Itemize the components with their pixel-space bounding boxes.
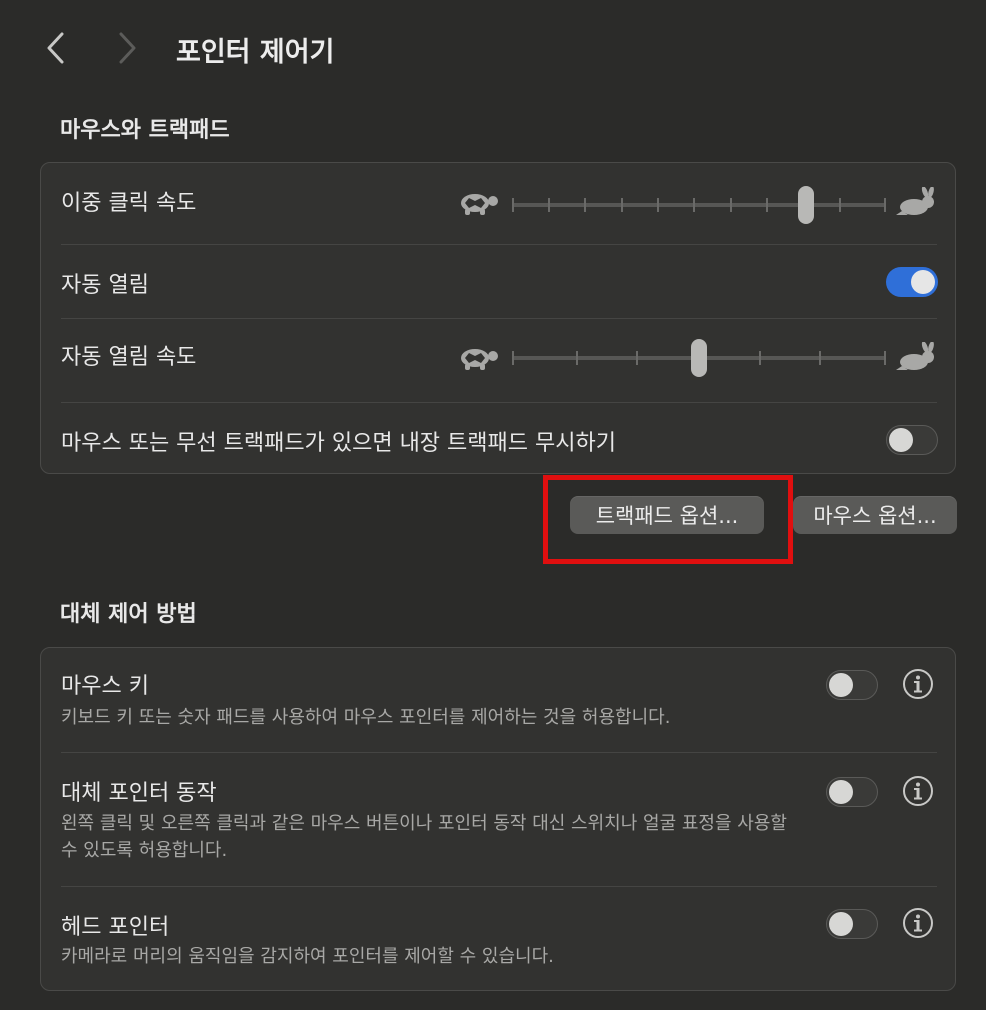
section-title-mouse-trackpad: 마우스와 트랙패드 (60, 118, 230, 143)
mouse-keys-description: 키보드 키 또는 숫자 패드를 사용하여 마우스 포인터를 제어하는 것을 허용… (61, 707, 671, 728)
head-pointer-toggle[interactable] (826, 909, 878, 939)
slider-tick (512, 198, 514, 212)
spring-loading-toggle[interactable] (886, 267, 938, 297)
slider-tick (884, 198, 886, 212)
slider-tick (730, 198, 732, 212)
alternate-control-panel: 마우스 키 키보드 키 또는 숫자 패드를 사용하여 마우스 포인터를 제어하는… (40, 647, 956, 991)
toolbar: 포인터 제어기 (0, 0, 986, 96)
page-title: 포인터 제어기 (176, 37, 335, 68)
turtle-icon (461, 194, 498, 215)
slider-tick (884, 351, 886, 365)
section-title-alternate-control: 대체 제어 방법 (60, 602, 197, 627)
slider-tick (576, 351, 578, 365)
turtle-icon (461, 349, 498, 370)
mouse-options-button[interactable]: 마우스 옵션... (793, 496, 957, 534)
head-pointer-title: 헤드 포인터 (61, 915, 170, 940)
highlight-box (543, 475, 793, 564)
slider-tick (766, 198, 768, 212)
slider-tick (621, 198, 623, 212)
slider-tick (636, 351, 638, 365)
slider-tick (819, 351, 821, 365)
spring-loading-speed-slider[interactable] (512, 338, 886, 378)
mouse-keys-row: 마우스 키 키보드 키 또는 숫자 패드를 사용하여 마우스 포인터를 제어하는… (41, 648, 955, 752)
info-icon[interactable] (902, 668, 934, 700)
rabbit-icon (896, 187, 934, 215)
toggle-knob (829, 912, 853, 936)
alternate-pointer-actions-title: 대체 포인터 동작 (61, 781, 217, 806)
info-icon[interactable] (902, 907, 934, 939)
alternate-pointer-actions-description: 왼쪽 클릭 및 오른쪽 클릭과 같은 마우스 버튼이나 포인터 동작 대신 스위… (61, 813, 787, 861)
mouse-keys-title: 마우스 키 (61, 674, 149, 699)
info-icon[interactable] (902, 775, 934, 807)
mouse-keys-toggle[interactable] (826, 670, 878, 700)
toggle-knob (829, 673, 853, 697)
slider-tick (584, 198, 586, 212)
slider-thumb[interactable] (798, 186, 814, 224)
back-button[interactable] (36, 28, 76, 68)
spring-loading-speed-label: 자동 열림 속도 (61, 345, 197, 370)
slider-track (512, 203, 886, 207)
alternate-pointer-actions-row: 대체 포인터 동작 왼쪽 클릭 및 오른쪽 클릭과 같은 마우스 버튼이나 포인… (41, 753, 955, 886)
slider-tick (512, 351, 514, 365)
ignore-builtin-trackpad-label: 마우스 또는 무선 트랙패드가 있으면 내장 트랙패드 무시하기 (61, 431, 616, 456)
toggle-knob (829, 780, 853, 804)
slider-thumb[interactable] (691, 339, 707, 377)
slider-tick (657, 198, 659, 212)
slider-tick (693, 198, 695, 212)
alternate-pointer-actions-toggle[interactable] (826, 777, 878, 807)
chevron-right-icon (119, 32, 136, 64)
toggle-knob (889, 428, 913, 452)
ignore-builtin-trackpad-toggle[interactable] (886, 425, 938, 455)
mouse-trackpad-panel: 이중 클릭 속도 자동 열림 자동 열림 속도 마우스 또는 무선 트랙패드가 … (40, 162, 956, 474)
toggle-knob (911, 270, 935, 294)
double-click-speed-slider[interactable] (512, 185, 886, 225)
ignore-builtin-trackpad-row: 마우스 또는 무선 트랙패드가 있으면 내장 트랙패드 무시하기 (41, 403, 955, 474)
double-click-speed-row: 이중 클릭 속도 (41, 163, 955, 244)
slider-tick (839, 198, 841, 212)
spring-loading-row: 자동 열림 (41, 245, 955, 318)
head-pointer-row: 헤드 포인터 카메라로 머리의 움직임을 감지하여 포인터를 제어할 수 있습니… (41, 887, 955, 991)
spring-loading-label: 자동 열림 (61, 273, 149, 298)
slider-tick (548, 198, 550, 212)
spring-loading-speed-row: 자동 열림 속도 (41, 319, 955, 402)
rabbit-icon (896, 342, 934, 370)
slider-tick (759, 351, 761, 365)
double-click-speed-label: 이중 클릭 속도 (61, 191, 197, 216)
chevron-left-icon (47, 32, 64, 64)
head-pointer-description: 카메라로 머리의 움직임을 감지하여 포인터를 제어할 수 있습니다. (61, 946, 554, 967)
forward-button[interactable] (107, 28, 147, 68)
